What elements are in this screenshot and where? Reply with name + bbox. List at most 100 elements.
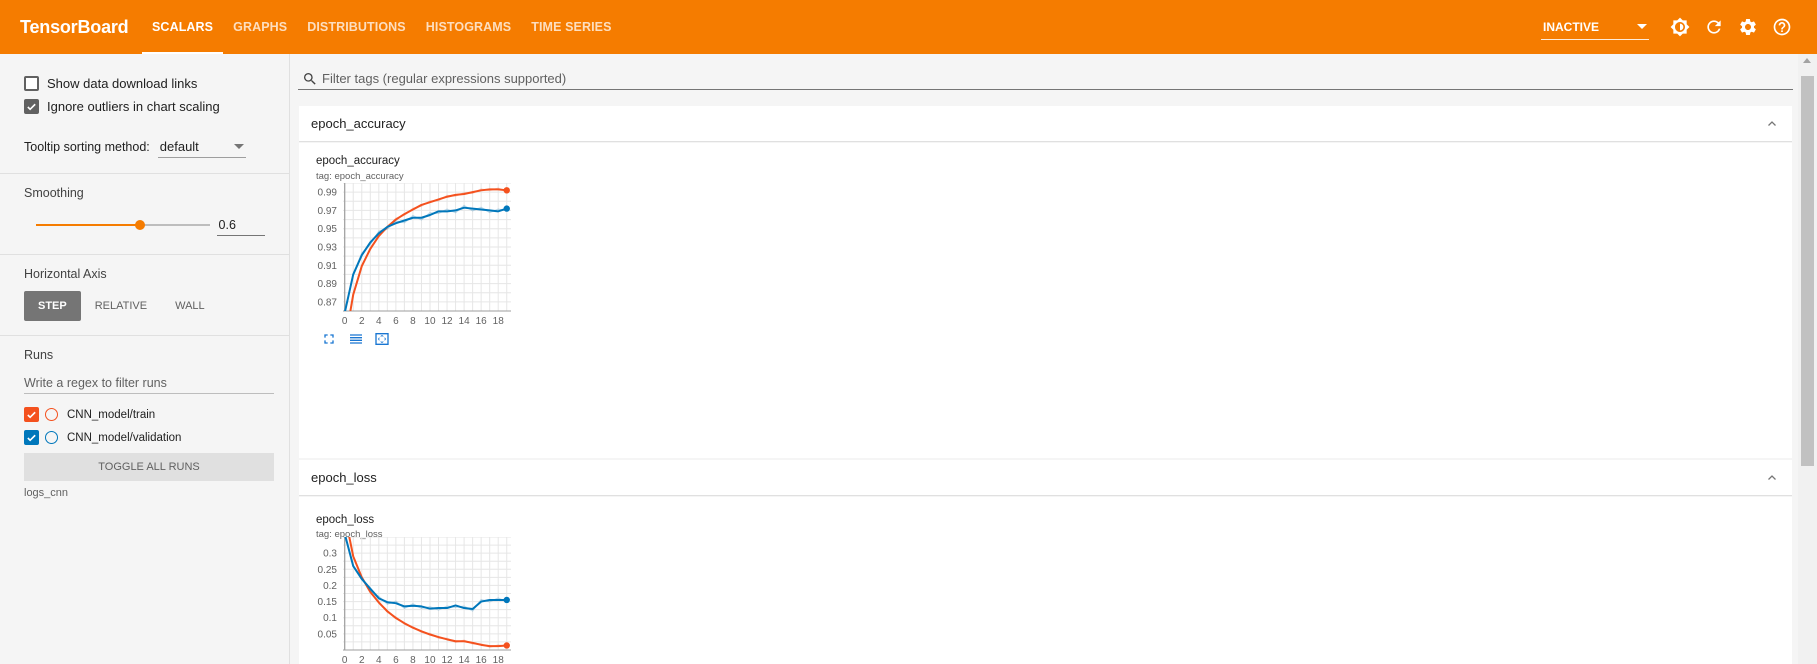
- chart-card-epoch-loss: epoch_loss tag: epoch_loss 0.05 0.1 0.15 0.…: [299, 497, 1792, 664]
- y-tick-label: 0.99: [318, 188, 338, 199]
- chart-title: epoch_loss: [316, 514, 375, 526]
- smoothing-input[interactable]: 0.6: [216, 214, 265, 236]
- fit-domain-icon[interactable]: [373, 331, 399, 347]
- series-endpoint: [503, 187, 510, 194]
- x-tick-label: 18: [493, 316, 505, 327]
- run-checkbox[interactable]: [24, 430, 39, 445]
- page-scrollbar[interactable]: [1798, 54, 1817, 664]
- theme-toggle-icon[interactable]: [1663, 10, 1697, 44]
- x-tick-label: 8: [410, 655, 416, 664]
- y-tick-label: 0.05: [318, 629, 338, 640]
- x-tick-label: 10: [424, 316, 436, 327]
- x-tick-label: 0: [342, 316, 348, 327]
- y-tick-label: 0.25: [318, 565, 338, 576]
- tag-filter-input[interactable]: Filter tags (regular expressions support…: [298, 68, 1793, 90]
- refresh-icon[interactable]: [1697, 10, 1731, 44]
- log-directory: logs_cnn: [24, 487, 69, 499]
- x-tick-label: 2: [359, 316, 365, 327]
- settings-icon[interactable]: [1731, 10, 1765, 44]
- app-title: TensorBoard: [20, 16, 129, 37]
- series-line[interactable]: [344, 206, 508, 313]
- checkbox-box[interactable]: [24, 99, 39, 114]
- y-tick-label: 0.1: [323, 613, 337, 624]
- fullscreen-icon[interactable]: [321, 331, 347, 347]
- check-icon: [27, 434, 36, 441]
- y-tick-label: 0.2: [323, 581, 337, 592]
- runs-label: Runs: [24, 348, 54, 362]
- category-title: epoch_accuracy: [311, 116, 406, 131]
- scrollbar-thumb[interactable]: [1801, 76, 1814, 466]
- y-tick-label: 0.91: [318, 261, 338, 272]
- plugin-status-select[interactable]: INACTIVE: [1541, 14, 1649, 40]
- y-tick-label: 0.87: [318, 297, 338, 308]
- y-tick-label: 0.95: [318, 224, 338, 235]
- category-header-epoch-loss[interactable]: epoch_loss: [299, 460, 1792, 496]
- x-tick-label: 6: [393, 316, 399, 327]
- epoch-accuracy-chart[interactable]: 0.87 0.89 0.91 0.93 0.95 0.97 0.99 0 2 4 6 8 10 12 14 1…: [299, 183, 579, 331]
- x-tick-label: 14: [459, 655, 471, 664]
- series-endpoint: [503, 596, 510, 604]
- chevron-up-icon[interactable]: [1766, 118, 1778, 130]
- tab-histograms[interactable]: HISTOGRAMS: [416, 0, 522, 54]
- check-icon: [27, 103, 36, 110]
- y-tick-label: 0.93: [318, 243, 338, 254]
- tab-distributions[interactable]: DISTRIBUTIONS: [297, 0, 416, 54]
- show-download-links-checkbox[interactable]: Show data download links: [24, 72, 265, 95]
- series-raw-line: [344, 204, 507, 311]
- tooltip-sorting-row: Tooltip sorting method: default: [24, 135, 265, 159]
- runs-filter-input[interactable]: Write a regex to filter runs: [24, 372, 274, 394]
- nav-tabs: SCALARS GRAPHS DISTRIBUTIONS HISTOGRAMS …: [142, 0, 622, 54]
- toggle-all-runs-button[interactable]: TOGGLE ALL RUNS: [24, 453, 274, 481]
- x-tick-label: 16: [476, 655, 488, 664]
- main-content: Filter tags (regular expressions support…: [298, 54, 1796, 664]
- tooltip-sorting-label: Tooltip sorting method:: [24, 140, 150, 154]
- series-raw-line: [344, 537, 508, 612]
- tab-time-series[interactable]: TIME SERIES: [521, 0, 621, 54]
- horizontal-axis-label: Horizontal Axis: [24, 267, 107, 281]
- tooltip-sorting-select[interactable]: default: [157, 136, 246, 158]
- series-endpoint: [503, 205, 510, 212]
- axis-wall-button[interactable]: WALL: [161, 291, 219, 321]
- checkbox-box[interactable]: [24, 76, 39, 91]
- chart-card-epoch-accuracy: epoch_accuracy tag: epoch_accuracy 0.87 0…: [299, 143, 1792, 458]
- chevron-down-icon: [1637, 24, 1647, 29]
- scroll-up-arrow-icon[interactable]: [1803, 58, 1811, 63]
- run-item-validation[interactable]: CNN_model/validation: [24, 426, 265, 449]
- epoch-loss-chart[interactable]: 0.05 0.1 0.15 0.2 0.25 0.3 0 2 4 6 8 10 12 14 16 18: [299, 537, 579, 664]
- horizontal-axis-selector: STEP RELATIVE WALL: [24, 291, 265, 321]
- x-tick-label: 12: [441, 655, 453, 664]
- tab-graphs[interactable]: GRAPHS: [223, 0, 297, 54]
- x-tick-label: 0: [342, 655, 348, 664]
- axis-step-button[interactable]: STEP: [24, 291, 81, 321]
- slider-knob[interactable]: [135, 220, 146, 230]
- chevron-up-icon[interactable]: [1766, 472, 1778, 484]
- filter-placeholder: Filter tags (regular expressions support…: [322, 71, 567, 86]
- x-tick-label: 8: [410, 316, 416, 327]
- x-tick-label: 2: [359, 655, 365, 664]
- help-icon[interactable]: [1765, 10, 1799, 44]
- smoothing-label: Smoothing: [24, 186, 84, 200]
- run-color-circle-icon: [45, 431, 58, 444]
- series-line[interactable]: [344, 537, 507, 610]
- slider-fill: [36, 224, 141, 226]
- chart-title: epoch_accuracy: [316, 155, 400, 167]
- x-tick-label: 4: [376, 316, 382, 327]
- y-tick-label: 0.89: [318, 279, 338, 290]
- series-endpoint: [503, 642, 510, 649]
- chart-tag: tag: epoch_accuracy: [316, 171, 404, 182]
- toggle-log-scale-icon[interactable]: [347, 331, 373, 347]
- search-icon: [304, 72, 316, 85]
- run-item-train[interactable]: CNN_model/train: [24, 403, 265, 426]
- ignore-outliers-checkbox[interactable]: Ignore outliers in chart scaling: [24, 95, 265, 118]
- tooltip-sorting-value: default: [159, 139, 199, 154]
- run-checkbox[interactable]: [24, 407, 39, 422]
- x-tick-label: 14: [459, 316, 471, 327]
- smoothing-slider[interactable]: [36, 215, 210, 235]
- category-header-epoch-accuracy[interactable]: epoch_accuracy: [299, 106, 1792, 142]
- chart-actions: [321, 331, 399, 347]
- axis-relative-button[interactable]: RELATIVE: [81, 291, 161, 321]
- chevron-down-icon: [233, 144, 244, 149]
- tab-scalars[interactable]: SCALARS: [142, 0, 224, 54]
- top-app-bar: TensorBoard SCALARS GRAPHS DISTRIBUTIONS…: [0, 0, 1817, 54]
- x-tick-label: 4: [376, 655, 382, 664]
